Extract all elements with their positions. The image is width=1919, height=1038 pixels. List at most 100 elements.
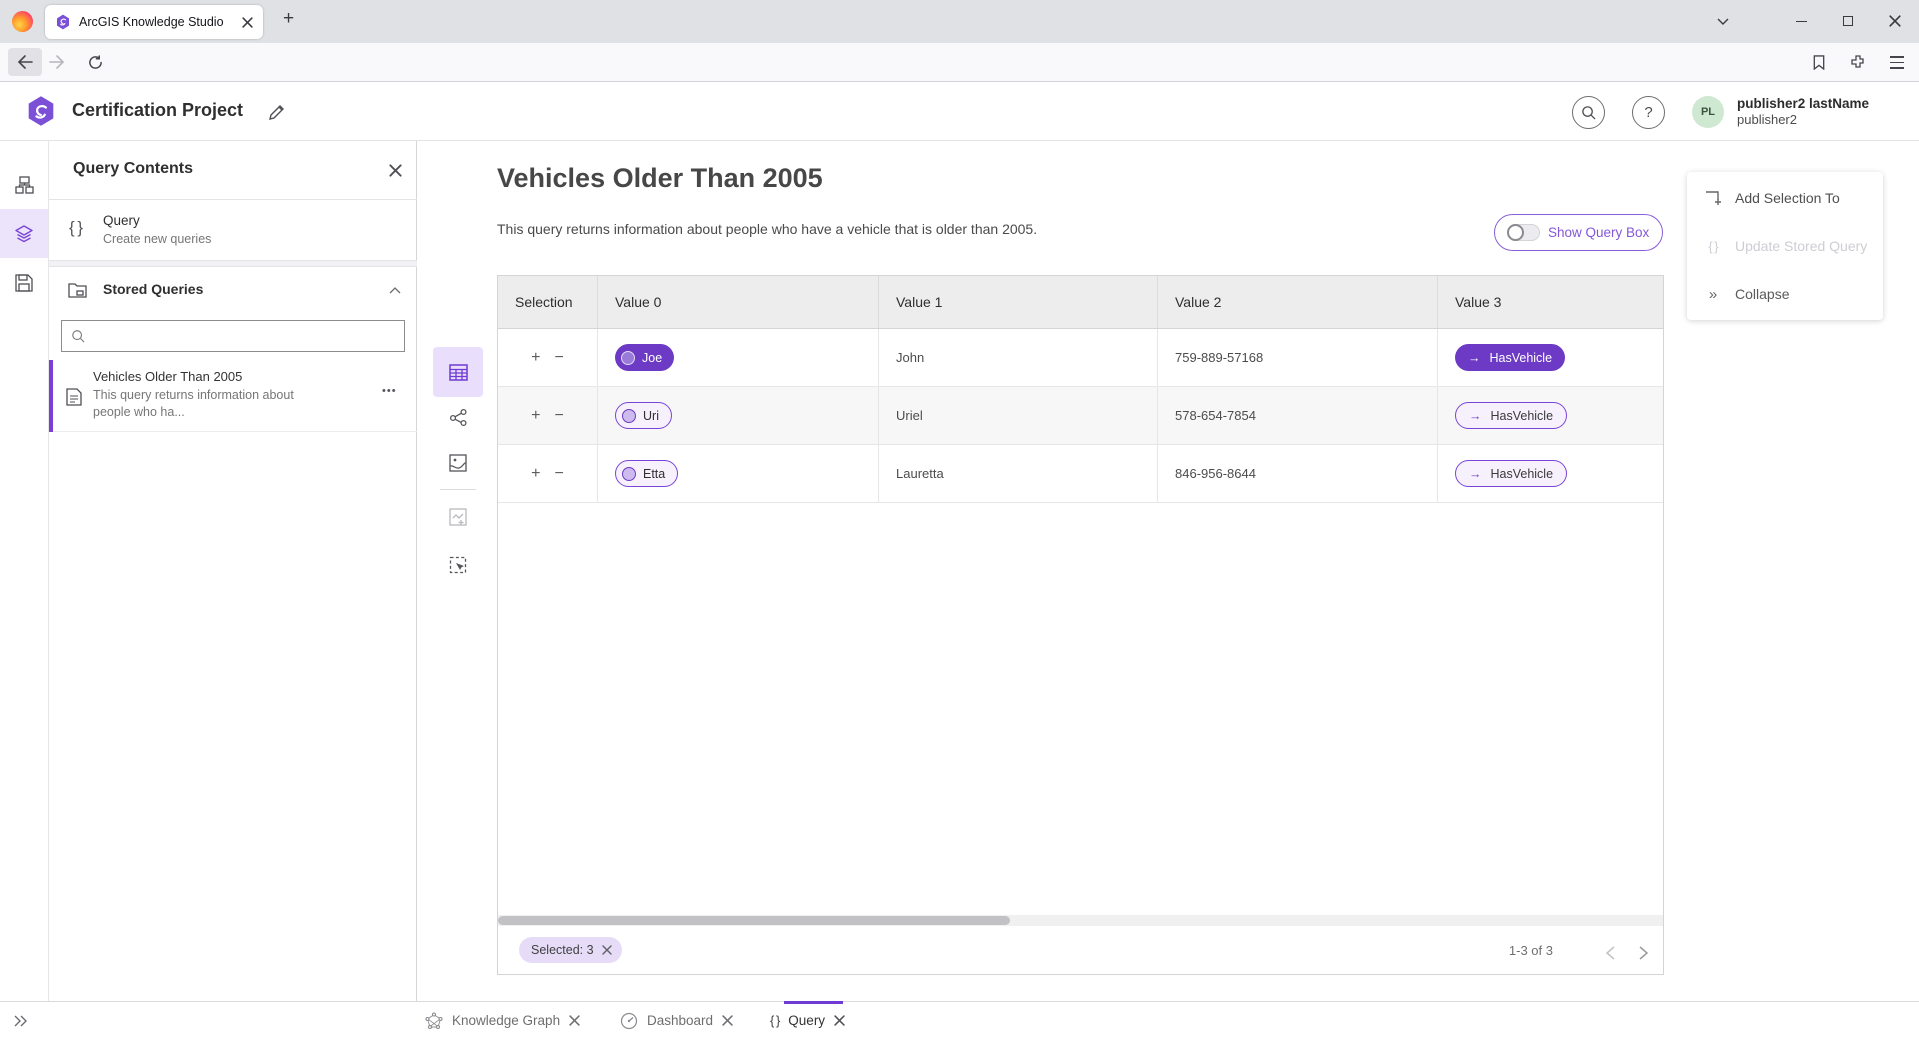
app-logo-icon	[26, 95, 56, 127]
tab-knowledge-graph[interactable]: Knowledge Graph	[425, 1002, 580, 1038]
item-options-button[interactable]: •••	[382, 385, 397, 397]
cell-value1: John	[879, 329, 1158, 386]
knowledge-graph-icon	[425, 1012, 443, 1030]
entity-dot-icon	[621, 351, 635, 365]
help-button[interactable]: ?	[1632, 96, 1665, 129]
add-to-selection-button[interactable]: +	[531, 349, 540, 367]
user-subtitle: publisher2	[1737, 112, 1869, 128]
selected-count-chip[interactable]: Selected: 3	[519, 937, 622, 963]
results-table: Selection Value 0 Value 1 Value 2 Value …	[497, 275, 1664, 975]
bottom-tab-bar: Knowledge Graph Dashboard { } Query	[0, 1001, 1919, 1038]
entity-dot-icon	[622, 467, 636, 481]
remove-from-selection-button[interactable]: −	[555, 465, 564, 483]
show-query-box-toggle[interactable]: Show Query Box	[1494, 214, 1663, 251]
pocket-save-icon[interactable]	[1812, 55, 1826, 70]
page-next-button[interactable]	[1639, 946, 1648, 960]
layers-icon	[14, 224, 34, 244]
tab-close-icon[interactable]	[242, 17, 253, 28]
menu-item-collapse[interactable]: » Collapse	[1687, 270, 1883, 318]
relationship-pill[interactable]: →HasVehicle	[1455, 344, 1565, 371]
tool-selection[interactable]	[433, 540, 483, 590]
add-selection-icon	[1705, 190, 1722, 206]
tool-map[interactable]	[433, 438, 483, 488]
context-menu: Add Selection To { } Update Stored Query…	[1687, 172, 1883, 320]
stored-item-desc1: This query returns information about	[93, 387, 294, 403]
link-chart-icon	[449, 408, 468, 427]
remove-from-selection-button[interactable]: −	[555, 349, 564, 367]
col-header-value0: Value 0	[598, 276, 879, 328]
query-item-title: Query	[103, 213, 140, 228]
scrollbar-thumb[interactable]	[498, 916, 1010, 925]
forward-button[interactable]	[49, 55, 65, 69]
cell-value2: 846-956-8644	[1158, 445, 1438, 502]
user-menu[interactable]: publisher2 lastName publisher2	[1737, 96, 1869, 128]
tool-new-map-disabled[interactable]	[433, 492, 483, 542]
avatar[interactable]: PL	[1692, 96, 1724, 128]
tab-dashboard[interactable]: Dashboard	[620, 1002, 733, 1038]
query-item[interactable]: { } Query Create new queries	[49, 200, 417, 260]
menu-item-add-selection-to[interactable]: Add Selection To	[1687, 174, 1883, 222]
window-maximize-button[interactable]	[1843, 16, 1853, 26]
stored-queries-search[interactable]	[61, 320, 405, 352]
horizontal-scrollbar[interactable]	[498, 915, 1663, 926]
edit-pencil-icon[interactable]	[268, 104, 285, 121]
tool-table-view[interactable]	[433, 347, 483, 397]
add-to-selection-button[interactable]: +	[531, 407, 540, 425]
new-map-icon	[449, 508, 467, 526]
window-close-button[interactable]	[1889, 15, 1901, 27]
new-tab-button[interactable]: +	[283, 8, 294, 30]
stored-item-desc2: people who ha...	[93, 404, 185, 420]
header-search-button[interactable]	[1572, 96, 1605, 129]
stored-queries-title: Stored Queries	[103, 281, 203, 297]
reload-button[interactable]	[88, 55, 103, 70]
braces-icon: { }	[69, 218, 82, 238]
search-input[interactable]	[93, 329, 395, 344]
rail-item-data-model[interactable]	[0, 160, 48, 209]
table-header-row: Selection Value 0 Value 1 Value 2 Value …	[498, 276, 1663, 329]
window-minimize-button[interactable]	[1796, 21, 1807, 22]
stored-queries-header[interactable]: Stored Queries	[49, 267, 417, 313]
browser-tab[interactable]: ArcGIS Knowledge Studio	[45, 5, 263, 39]
panel-close-icon[interactable]	[389, 164, 402, 177]
rail-item-contents[interactable]	[0, 209, 48, 258]
selected-count-label: Selected: 3	[531, 943, 594, 957]
add-to-selection-button[interactable]: +	[531, 465, 540, 483]
pagination-label: 1-3 of 3	[1509, 943, 1553, 958]
menu-item-update-stored-query[interactable]: { } Update Stored Query	[1687, 222, 1883, 270]
tab-close-icon[interactable]	[722, 1015, 733, 1026]
relationship-pill[interactable]: →HasVehicle	[1455, 460, 1567, 487]
tab-query[interactable]: { } Query	[770, 1002, 845, 1038]
table-footer: Selected: 3 1-3 of 3	[498, 926, 1663, 974]
tab-close-icon[interactable]	[569, 1015, 580, 1026]
browser-tab-bar: ArcGIS Knowledge Studio +	[0, 0, 1919, 43]
tool-link-chart[interactable]	[433, 392, 483, 442]
tab-label: Knowledge Graph	[452, 1013, 560, 1028]
arrow-right-icon: →	[1469, 467, 1482, 481]
relationship-pill[interactable]: →HasVehicle	[1455, 402, 1567, 429]
toggle-switch-icon	[1507, 224, 1540, 241]
arrow-right-icon: →	[1469, 409, 1482, 423]
remove-from-selection-button[interactable]: −	[555, 407, 564, 425]
firefox-logo-icon[interactable]	[12, 11, 33, 32]
tab-close-icon[interactable]	[834, 1015, 845, 1026]
rail-item-save[interactable]	[0, 258, 48, 307]
cell-value2: 578-654-7854	[1158, 387, 1438, 444]
extensions-puzzle-icon[interactable]	[1850, 54, 1866, 70]
col-header-value2: Value 2	[1158, 276, 1438, 328]
chevron-up-icon[interactable]	[389, 287, 401, 294]
active-tab-indicator	[784, 1001, 843, 1004]
entity-pill[interactable]: Joe	[615, 344, 674, 371]
tab-title: ArcGIS Knowledge Studio	[79, 15, 242, 29]
entity-pill[interactable]: Etta	[615, 460, 678, 487]
page-previous-button[interactable]	[1606, 946, 1615, 960]
expand-panel-icon[interactable]	[14, 1015, 28, 1027]
table-row: + − Joe John 759-889-57168 →HasVehicle	[498, 329, 1663, 387]
entity-pill[interactable]: Uri	[615, 402, 672, 429]
help-icon: ?	[1644, 104, 1652, 121]
back-button[interactable]	[17, 55, 33, 69]
clear-selection-icon[interactable]	[602, 945, 612, 955]
list-tabs-icon[interactable]	[1717, 18, 1729, 26]
menu-hamburger-icon[interactable]	[1890, 56, 1904, 69]
table-icon	[449, 364, 468, 381]
stored-query-item[interactable]: Vehicles Older Than 2005 This query retu…	[49, 360, 417, 432]
